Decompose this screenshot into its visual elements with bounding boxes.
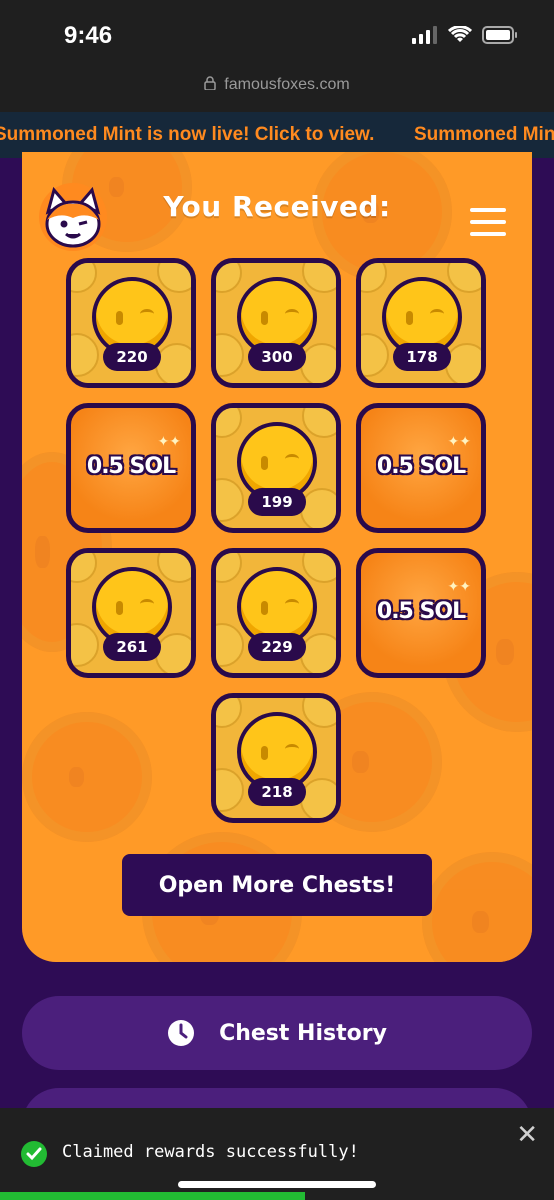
reward-tile-coin: 300 bbox=[211, 258, 341, 388]
mini-coin-icon bbox=[300, 633, 336, 673]
mini-coin-icon bbox=[216, 478, 244, 522]
status-bar: 9:46 famousfoxes.com bbox=[0, 0, 554, 112]
coin-amount-badge: 199 bbox=[248, 488, 306, 516]
sol-amount-label: 0.5 SOL bbox=[376, 454, 466, 479]
sol-amount-label: 0.5 SOL bbox=[376, 599, 466, 624]
mini-coin-icon bbox=[157, 263, 191, 293]
url-text: famousfoxes.com bbox=[224, 76, 350, 93]
mini-coin-icon bbox=[216, 408, 242, 438]
mini-coin-icon bbox=[157, 553, 191, 583]
rewards-card: You Received: 220 300 178 0.5 SOL ✦✦ 199 0.5 S… bbox=[22, 152, 532, 962]
check-circle-icon bbox=[21, 1141, 47, 1167]
open-more-chests-button[interactable]: Open More Chests! bbox=[122, 854, 432, 916]
mini-coin-icon bbox=[216, 698, 242, 728]
mini-coin-icon bbox=[302, 408, 336, 438]
mini-coin-icon bbox=[216, 553, 242, 583]
chest-history-label: Chest History bbox=[219, 1020, 387, 1046]
mini-coin-icon bbox=[361, 333, 389, 377]
coin-amount-badge: 218 bbox=[248, 778, 306, 806]
rewards-title: You Received: bbox=[163, 190, 391, 223]
mini-coin-icon bbox=[447, 263, 481, 293]
background-coin bbox=[22, 712, 152, 842]
sparkle-icon: ✦✦ bbox=[447, 579, 471, 595]
mini-coin-icon bbox=[216, 768, 244, 812]
status-icons bbox=[412, 26, 518, 44]
mini-coin-icon bbox=[300, 343, 336, 383]
mini-coin-icon bbox=[71, 623, 99, 667]
toast-message: Claimed rewards successfully! bbox=[62, 1142, 359, 1162]
mini-coin-icon bbox=[71, 263, 97, 293]
status-time: 9:46 bbox=[64, 22, 113, 49]
clock-icon bbox=[168, 1020, 195, 1046]
mini-coin-icon bbox=[361, 263, 387, 293]
reward-tile-coin: 199 bbox=[211, 403, 341, 533]
mini-coin-icon bbox=[216, 623, 244, 667]
coin-amount-badge: 261 bbox=[103, 633, 161, 661]
toast-progress-bar bbox=[0, 1192, 305, 1200]
reward-tile-coin: 220 bbox=[66, 258, 196, 388]
reward-tile-coin: 261 bbox=[66, 548, 196, 678]
mini-coin-icon bbox=[216, 333, 244, 377]
coin-amount-badge: 220 bbox=[103, 343, 161, 371]
reward-tile-coin: 178 bbox=[356, 258, 486, 388]
mini-coin-icon bbox=[155, 343, 191, 383]
mini-coin-icon bbox=[71, 553, 97, 583]
wifi-icon bbox=[448, 26, 472, 42]
sparkle-icon: ✦✦ bbox=[447, 434, 471, 450]
reward-tile-coin: 229 bbox=[211, 548, 341, 678]
address-bar[interactable]: famousfoxes.com bbox=[0, 76, 554, 94]
battery-icon bbox=[482, 26, 517, 44]
reward-tile-sol: 0.5 SOL ✦✦ bbox=[356, 403, 486, 533]
mini-coin-icon bbox=[71, 333, 99, 377]
mini-coin-icon bbox=[155, 633, 191, 673]
coin-amount-badge: 300 bbox=[248, 343, 306, 371]
ticker-text: Summoned Mint is now live! Click to view… bbox=[0, 124, 375, 145]
reward-tile-coin: 218 bbox=[211, 693, 341, 823]
mini-coin-icon bbox=[302, 263, 336, 293]
mini-coin-icon bbox=[302, 698, 336, 728]
sparkle-icon: ✦✦ bbox=[157, 434, 181, 450]
ticker-text-repeat: Summoned Mint is now live! Click to view… bbox=[414, 124, 554, 145]
mini-coin-icon bbox=[300, 778, 336, 818]
sol-amount-label: 0.5 SOL bbox=[86, 454, 176, 479]
coin-amount-badge: 229 bbox=[248, 633, 306, 661]
lock-icon bbox=[204, 76, 217, 91]
mini-coin-icon bbox=[302, 553, 336, 583]
mini-coin-icon bbox=[216, 263, 242, 293]
mini-coin-icon bbox=[300, 488, 336, 528]
reward-tile-sol: 0.5 SOL ✦✦ bbox=[66, 403, 196, 533]
close-icon[interactable]: ✕ bbox=[516, 1120, 538, 1150]
background-coin bbox=[422, 852, 532, 962]
mini-coin-icon bbox=[445, 343, 481, 383]
coin-amount-badge: 178 bbox=[393, 343, 451, 371]
signal-icon bbox=[412, 26, 437, 44]
chest-history-button[interactable]: Chest History bbox=[22, 996, 532, 1070]
home-indicator bbox=[178, 1181, 376, 1188]
reward-tile-sol: 0.5 SOL ✦✦ bbox=[356, 548, 486, 678]
menu-icon[interactable] bbox=[470, 208, 506, 236]
